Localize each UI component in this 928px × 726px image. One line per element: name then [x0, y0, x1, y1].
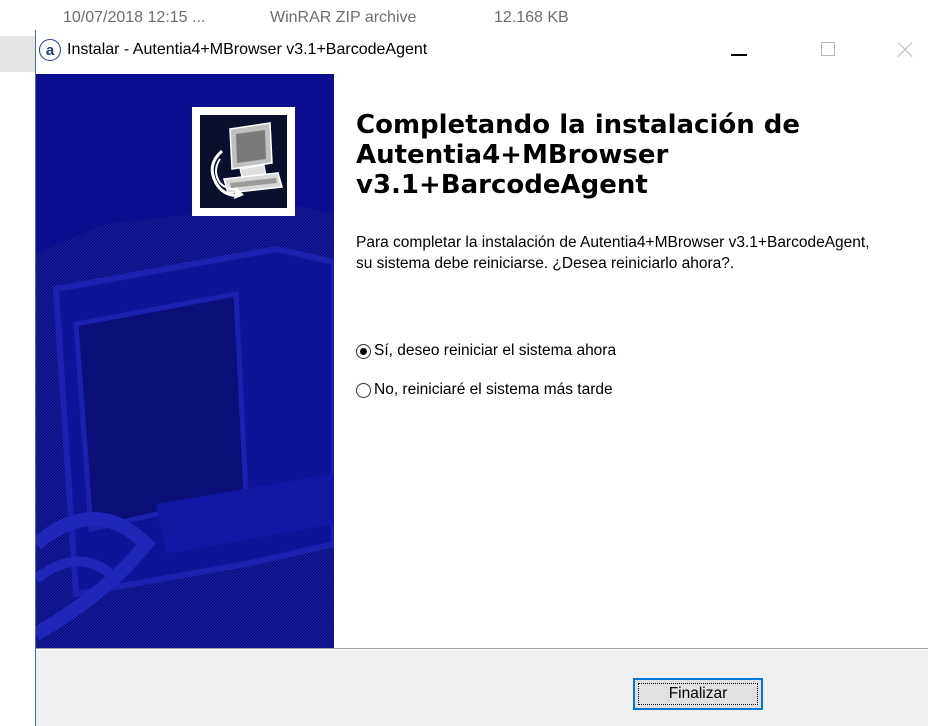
restart-now-label[interactable]: Sí, deseo reiniciar el sistema ahora — [374, 342, 616, 360]
title-bar[interactable]: a Instalar - Autentia4+MBrowser v3.1+Bar… — [36, 30, 928, 74]
background-file-row: 10/07/2018 12:15 ... WinRAR ZIP archive … — [0, 0, 928, 30]
focus-rect — [638, 683, 758, 705]
heading-line-3: v3.1+BarcodeAgent — [356, 170, 648, 200]
window-title: Instalar - Autentia4+MBrowser v3.1+Barco… — [67, 41, 428, 58]
restart-now-option[interactable]: Sí, deseo reiniciar el sistema ahora — [356, 340, 616, 362]
close-icon[interactable] — [881, 30, 927, 74]
restart-later-label[interactable]: No, reiniciaré el sistema más tarde — [374, 381, 613, 399]
restart-message: Para completar la instalación de Autenti… — [356, 234, 870, 272]
wizard-side-image — [36, 74, 334, 648]
heading-line-2: Autentia4+MBrowser — [356, 140, 669, 170]
restart-later-option[interactable]: No, reiniciaré el sistema más tarde — [356, 379, 613, 401]
finish-button[interactable]: Finalizar — [633, 678, 763, 710]
install-icon-art — [210, 122, 283, 199]
wizard-heading: Completando la instalación de Autentia4+… — [356, 110, 916, 200]
app-icon: a — [39, 39, 61, 61]
background-selection-strip — [0, 36, 36, 72]
install-icon-frame — [200, 115, 287, 208]
heading-line-1: Completando la instalación de — [356, 110, 801, 140]
minimize-icon[interactable] — [716, 30, 762, 74]
restart-later-radio[interactable] — [356, 382, 371, 398]
maximize-icon[interactable] — [806, 30, 852, 74]
background-file-date: 10/07/2018 12:15 ... — [63, 9, 206, 26]
computer-install-icon — [192, 107, 295, 216]
installer-window: a Instalar - Autentia4+MBrowser v3.1+Bar… — [35, 30, 928, 726]
restart-now-radio[interactable] — [356, 343, 371, 359]
wizard-content: Completando la instalación de Autentia4+… — [334, 74, 928, 648]
footer-divider-highlight — [36, 649, 928, 650]
background-file-type: WinRAR ZIP archive — [270, 9, 417, 26]
background-file-size: 12.168 KB — [494, 9, 569, 26]
